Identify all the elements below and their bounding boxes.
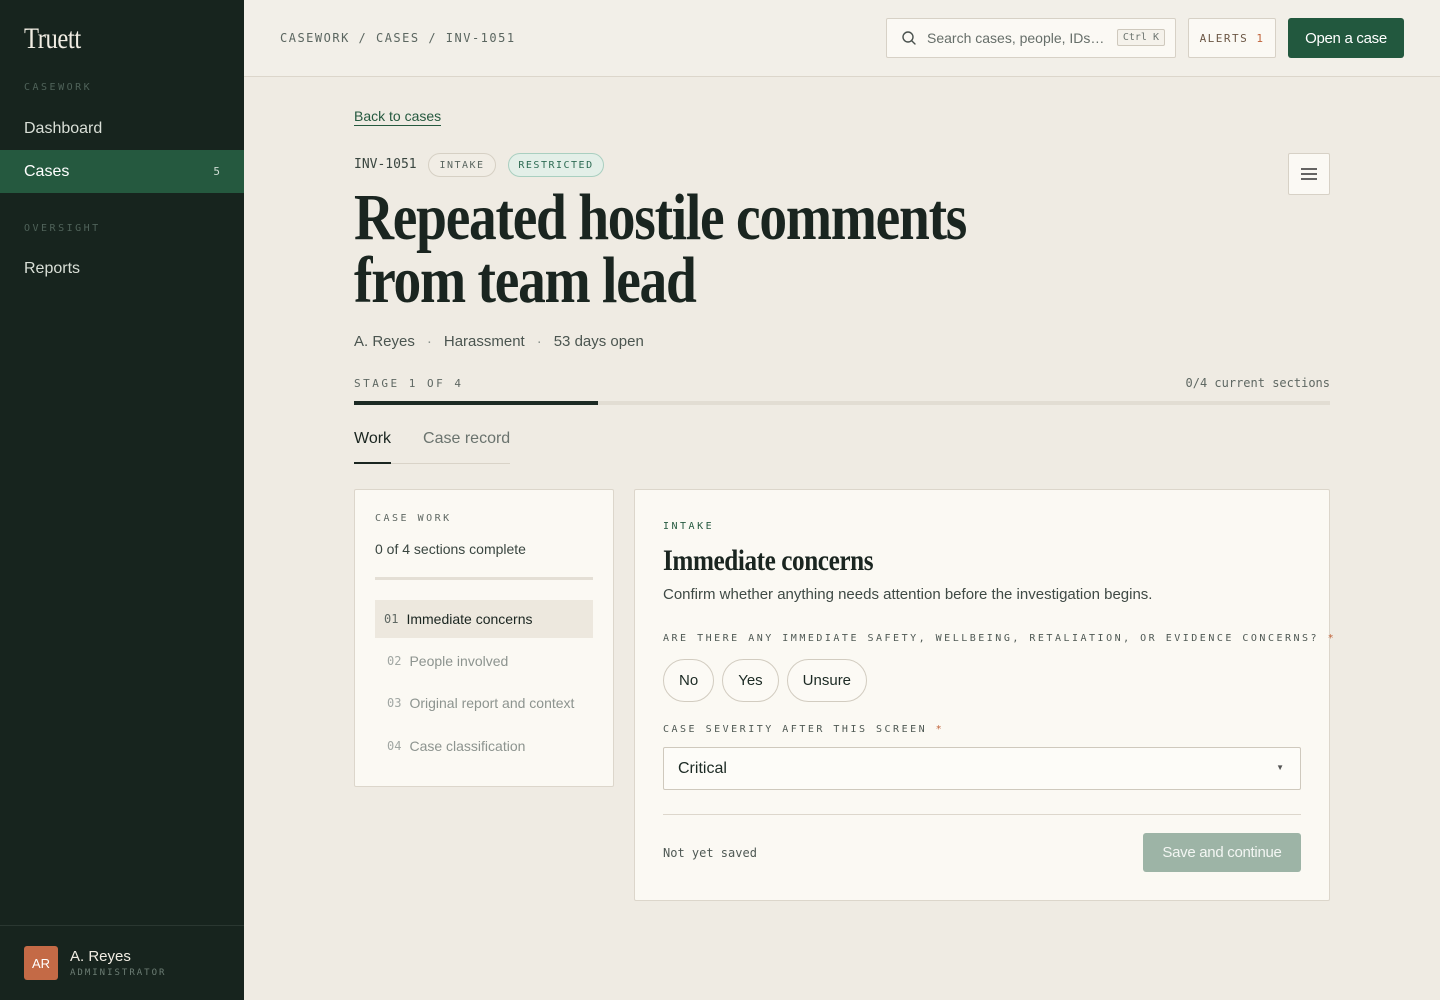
step-label: People involved [409, 653, 509, 669]
option-yes[interactable]: Yes [722, 659, 779, 702]
topbar: CASEWORK / CASES / INV-1051 Search cases… [244, 0, 1440, 77]
steps-summary: 0 of 4 sections complete [375, 541, 526, 557]
stage-label: STAGE 1 OF 4 [354, 377, 464, 390]
search-placeholder: Search cases, people, IDs… [927, 30, 1105, 46]
required-mark: * [1327, 633, 1337, 644]
avatar: AR [24, 946, 58, 980]
stage-progress-bar [354, 401, 1330, 405]
alerts-label: ALERTS [1199, 31, 1249, 45]
case-age: 53 days open [553, 333, 644, 350]
save-status: Not yet saved [663, 846, 757, 860]
sidebar-item-label: Cases [24, 162, 70, 180]
open-case-button[interactable]: Open a case [1288, 18, 1404, 58]
chevron-down-icon: ▼ [1276, 763, 1284, 772]
tab-bar: Work Case record [354, 430, 511, 464]
sidebar: Truett CASEWORK Dashboard Cases 5 OVERSI… [0, 0, 244, 1000]
step-number: 03 [387, 696, 402, 710]
back-to-cases-link[interactable]: Back to cases [354, 108, 442, 126]
step-label: Case classification [409, 738, 526, 754]
menu-icon [1301, 168, 1317, 180]
case-menu-button[interactable] [1288, 153, 1330, 195]
required-mark: * [935, 724, 945, 735]
concerns-question-label: ARE THERE ANY IMMEDIATE SAFETY, WELLBEIN… [663, 633, 1336, 644]
sidebar-item-label: Reports [24, 259, 81, 277]
case-category: Harassment [443, 333, 525, 350]
step-number: 01 [384, 612, 399, 626]
sections-status: 0/4 current sections [1185, 376, 1331, 390]
app-logo[interactable]: Truett [24, 22, 81, 56]
alerts-count: 1 [1256, 31, 1265, 45]
step-label: Immediate concerns [406, 611, 533, 627]
page-title-line-2: from team lead [354, 244, 697, 317]
sidebar-item-label: Dashboard [24, 119, 103, 137]
sidebar-item-dashboard[interactable]: Dashboard [0, 107, 244, 150]
divider [663, 814, 1301, 815]
panel-eyebrow: INTAKE [663, 521, 715, 532]
severity-question-text: CASE SEVERITY AFTER THIS SCREEN [663, 724, 928, 735]
cases-count-badge: 5 [213, 165, 220, 178]
breadcrumb: CASEWORK / CASES / INV-1051 [280, 31, 516, 45]
option-no[interactable]: No [663, 659, 715, 702]
case-work-steps: CASE WORK 0 of 4 sections complete 01 Im… [354, 489, 614, 787]
sidebar-item-reports[interactable]: Reports [0, 247, 244, 290]
step-original-report[interactable]: 03 Original report and context [375, 684, 593, 722]
save-and-continue-button[interactable]: Save and continue [1143, 833, 1301, 872]
step-people-involved[interactable]: 02 People involved [375, 642, 593, 680]
user-name: A. Reyes [70, 948, 131, 965]
immediate-concerns-form: INTAKE Immediate concerns Confirm whethe… [634, 489, 1334, 901]
user-profile[interactable]: AR A. Reyes ADMINISTRATOR [0, 925, 244, 1000]
steps-progress-bar [375, 577, 593, 580]
step-number: 02 [387, 654, 402, 668]
step-case-classification[interactable]: 04 Case classification [375, 727, 593, 765]
severity-select[interactable]: Critical ▼ [663, 747, 1301, 790]
tab-work[interactable]: Work [354, 430, 392, 464]
nav-section-oversight: OVERSIGHT [24, 223, 101, 234]
step-number: 04 [387, 739, 402, 753]
case-meta: A. Reyes · Harassment · 53 days open [354, 333, 644, 350]
step-label: Original report and context [409, 695, 575, 711]
user-role: ADMINISTRATOR [70, 968, 167, 978]
steps-label: CASE WORK [375, 513, 452, 524]
search-input[interactable]: Search cases, people, IDs… Ctrl K [886, 18, 1176, 58]
concerns-options: No Yes Unsure [663, 659, 868, 702]
option-unsure[interactable]: Unsure [786, 659, 868, 702]
concerns-question-text: ARE THERE ANY IMMEDIATE SAFETY, WELLBEIN… [663, 633, 1320, 644]
nav-section-casework: CASEWORK [24, 82, 93, 93]
step-immediate-concerns[interactable]: 01 Immediate concerns [375, 600, 593, 638]
meta-separator: · [426, 333, 432, 350]
status-badge-restricted: RESTRICTED [508, 153, 604, 177]
severity-value: Critical [678, 759, 727, 777]
page-title: Repeated hostile comments from team lead [354, 185, 1110, 314]
tab-case-record[interactable]: Case record [423, 430, 510, 463]
severity-question-label: CASE SEVERITY AFTER THIS SCREEN * [663, 724, 944, 735]
meta-separator: · [536, 333, 542, 350]
stage-progress-fill [354, 401, 598, 405]
status-badge-intake: INTAKE [428, 153, 496, 177]
panel-title: Immediate concerns [663, 544, 874, 577]
panel-description: Confirm whether anything needs attention… [663, 586, 1153, 603]
sidebar-item-cases[interactable]: Cases 5 [0, 150, 244, 193]
alerts-button[interactable]: ALERTS 1 [1188, 18, 1276, 58]
case-id: INV-1051 [354, 157, 417, 172]
case-owner: A. Reyes [354, 333, 415, 350]
search-icon [902, 31, 916, 45]
search-shortcut: Ctrl K [1116, 29, 1165, 46]
